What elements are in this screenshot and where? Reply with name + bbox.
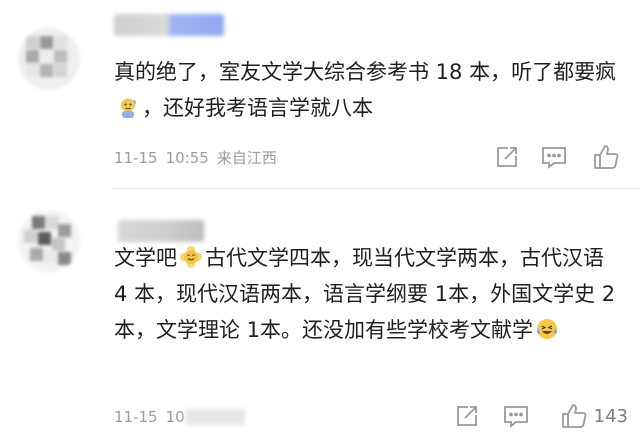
like-count: 143	[593, 405, 628, 427]
comment-meta: 11-15 10	[114, 405, 253, 429]
thumbs-up-icon	[592, 143, 620, 171]
like-button[interactable]	[592, 142, 626, 172]
share-icon	[454, 403, 480, 429]
thumbs-up-icon	[560, 402, 588, 430]
avatar[interactable]	[18, 28, 80, 90]
comment-text: 文学吧 古代文学四本，现当代文学两本，古代汉语 4 本，现代汉语两本，语言学纲要 …	[114, 245, 616, 342]
username-blurred[interactable]	[114, 14, 224, 36]
smiling-flower-emoji	[179, 245, 203, 269]
comment-icon	[540, 144, 568, 170]
share-icon	[494, 144, 520, 170]
reply-button[interactable]	[502, 401, 530, 431]
like-button[interactable]: 143	[560, 401, 628, 431]
comment-time: 10	[165, 408, 185, 426]
sweating-baby-emoji	[116, 95, 140, 119]
comment-date: 11-15	[114, 408, 158, 426]
time-blurred	[184, 409, 245, 425]
avatar[interactable]	[18, 210, 80, 272]
comment-date: 11-15	[114, 149, 158, 167]
share-button[interactable]	[454, 401, 480, 431]
comment-item: 文学吧 古代文学四本，现当代文学两本，古代汉语 4 本，现代汉语两本，语言学纲要 …	[0, 192, 640, 443]
comment-meta: 11-15 10:55 来自江西	[114, 146, 285, 170]
reply-button[interactable]	[540, 142, 568, 172]
comment-divider	[112, 188, 640, 189]
share-button[interactable]	[494, 142, 520, 172]
comment-item: 真的绝了，室友文学大综合参考书 18 本，听了都要疯 ，还好我考语言学就八本 11…	[0, 0, 640, 185]
laughing-tears-emoji	[535, 317, 559, 341]
comment-text: 真的绝了，室友文学大综合参考书 18 本，听了都要疯 ，还好我考语言学就八本	[114, 60, 617, 120]
comment-time: 10:55	[165, 149, 209, 167]
comment-location: 来自江西	[216, 149, 277, 167]
username-blurred[interactable]	[118, 220, 204, 242]
comment-icon	[502, 403, 530, 429]
